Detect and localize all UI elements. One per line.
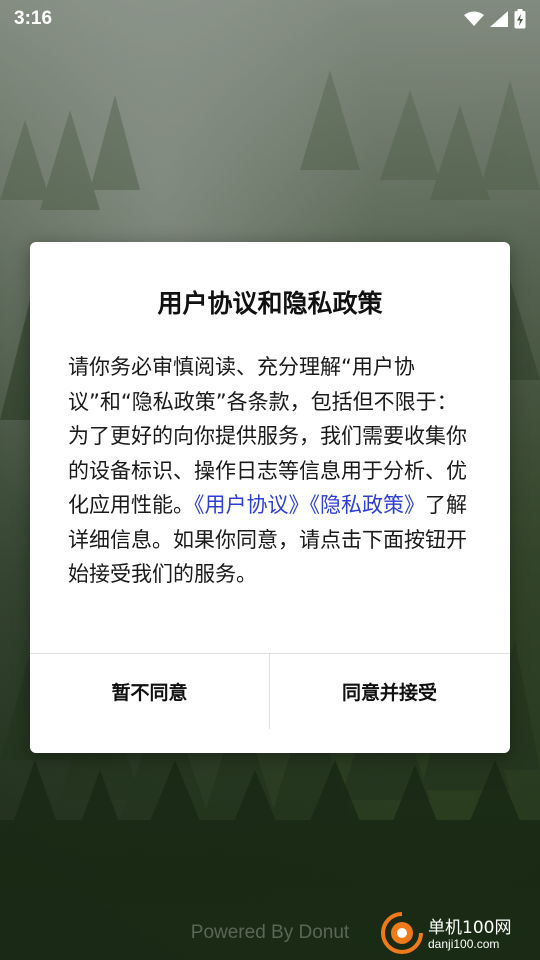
- decline-button[interactable]: 暂不同意: [30, 654, 269, 729]
- dialog-body-text: 请你务必审慎阅读、充分理解“用户协议”和“隐私政策”各条款，包括但不限于：为了更…: [68, 350, 468, 592]
- site-watermark: 单机100网 danji100.com: [380, 910, 540, 960]
- user-agreement-link[interactable]: 《用户协议》: [194, 493, 310, 517]
- watermark-title: 单机100网: [428, 918, 512, 939]
- battery-charging-icon: [514, 9, 526, 29]
- status-bar: 3:16: [0, 0, 540, 38]
- privacy-dialog: 用户协议和隐私政策 请你务必审慎阅读、充分理解“用户协议”和“隐私政策”各条款，…: [30, 242, 510, 753]
- wifi-icon: [464, 11, 484, 27]
- app-screen: 3:16 用户协议和隐私政策 请你务必审慎阅读、充分理解“用户协议”和“隐私政策…: [0, 0, 540, 960]
- status-time: 3:16: [14, 8, 53, 29]
- signal-icon: [490, 11, 508, 27]
- dialog-title: 用户协议和隐私政策: [157, 289, 383, 318]
- privacy-policy-link[interactable]: 《隐私政策》: [310, 493, 426, 517]
- site-logo-icon: [380, 911, 424, 959]
- status-icons: [464, 9, 526, 29]
- watermark-url: danji100.com: [428, 936, 500, 951]
- accept-button[interactable]: 同意并接受: [270, 654, 509, 729]
